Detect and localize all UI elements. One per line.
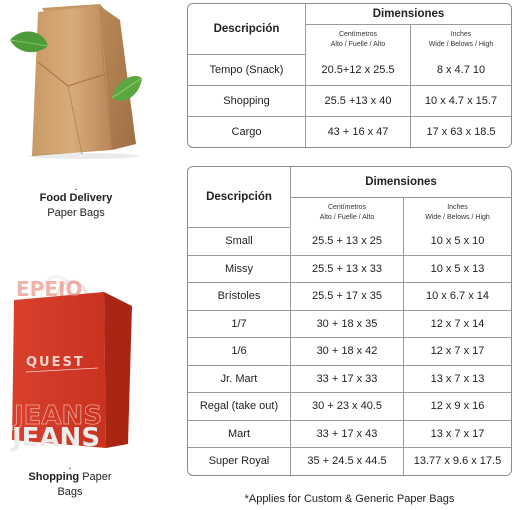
- shopping-bag-dimensions-table: Descripción Dimensiones Centímetros Alto…: [187, 166, 512, 476]
- cell-centimeters: 43 + 16 x 47: [306, 117, 411, 147]
- cell-description: 1/7: [188, 310, 291, 338]
- header-cm-sub: Alto / Fuelle / Alto: [330, 41, 386, 48]
- header-dimensiones: Dimensiones: [291, 167, 511, 198]
- cell-inches: 17 x 63 x 18.5: [426, 126, 496, 138]
- table-row: Missy 25.5 + 13 x 33 10 x 5 x 13: [188, 255, 511, 283]
- cell-description: 1/6: [188, 338, 291, 366]
- cell-centimeters: 20.5+12 x 25.5: [306, 55, 411, 86]
- footnote: *Applies for Custom & Generic Paper Bags: [244, 493, 455, 505]
- cell-description: Missy: [188, 255, 291, 283]
- header-in-sub: Wide / Belows / High: [428, 41, 494, 48]
- cell-inches: 13.77 x 9.6 x 17.5: [413, 455, 502, 468]
- caption-subtitle-2: Bags: [57, 486, 83, 498]
- table-row: Small 25.5 + 13 x 25 10 x 5 x 10: [188, 228, 511, 256]
- cell-centimeters: 25.5 +13 x 40: [306, 86, 411, 117]
- table-row: Super Royal 35 + 24.5 x 44.5 13.77 x 9.6…: [188, 448, 511, 475]
- cell-centimeters: 30 + 23 x 40.5: [291, 393, 404, 421]
- cell-description: Brístoles: [188, 283, 291, 311]
- header-inches: Inches Wide / Belows / High: [404, 198, 511, 228]
- cell-centimeters: 30 + 18 x 35: [291, 310, 404, 338]
- caption-subtitle: Paper: [79, 471, 112, 483]
- header-descripcion: Descripción: [188, 4, 306, 55]
- cell-description: Shopping: [188, 86, 306, 117]
- cell-inches: 10 x 5 x 10: [404, 228, 511, 256]
- cell-description: Small: [188, 228, 291, 256]
- cell-inches: 13 x 7 x 13: [404, 366, 511, 393]
- header-in-label: Inches: [447, 204, 468, 211]
- table-row: Cargo 43 + 16 x 47 17 x 63 x 18.5: [188, 117, 511, 147]
- header-inches: Inches Wide / Belows / High: [411, 25, 511, 55]
- caption-dot: .: [74, 181, 78, 193]
- cell-description: Tempo (Snack): [188, 55, 306, 86]
- food-delivery-caption: . Food Delivery Paper Bags: [0, 181, 166, 221]
- caption-dot: .: [68, 460, 72, 472]
- table-row: Brístoles 25.5 + 17 x 35 10 x 6.7 x 14: [188, 283, 511, 311]
- cell-inches: 10 x 4.7 x 15.7: [411, 86, 511, 117]
- header-cm-label: Centímetros: [327, 204, 367, 211]
- cell-inches: 8 x 4.7 10: [411, 55, 511, 86]
- kraft-bag-illustration: [9, 4, 143, 159]
- bag-jeans-text: JEANS: [10, 423, 100, 453]
- header-cm-sub: Alto / Fuelle / Alto: [319, 214, 375, 221]
- header-dimensiones: Dimensiones: [306, 4, 511, 25]
- header-descripcion: Descripción: [188, 167, 291, 228]
- red-shopping-bag-image: EPEIO QUEST JEANS JEANS: [8, 262, 138, 454]
- table-row: Jr. Mart 33 + 17 x 33 13 x 7 x 13: [188, 365, 511, 393]
- table-row: 1/6 30 + 18 x 42 12 x 7 x 17: [188, 338, 511, 366]
- cell-inches: 10 x 6.7 x 14: [404, 283, 511, 311]
- cell-inches: 10 x 5 x 13: [404, 256, 511, 283]
- header-cm-label: Centímetros: [338, 31, 378, 38]
- cell-inches: 13 x 7 x 17: [404, 421, 511, 448]
- shopping-bag-illustration: EPEIO QUEST JEANS JEANS: [10, 275, 132, 453]
- cell-description: Mart: [188, 420, 291, 448]
- caption-subtitle: Paper Bags: [47, 207, 105, 219]
- product-column: . Food Delivery Paper Bags EPEIO QUEST J…: [0, 0, 180, 510]
- cell-inches: 12 x 7 x 14: [404, 311, 511, 338]
- table-row: Shopping 25.5 +13 x 40 10 x 4.7 x 15.7: [188, 86, 511, 117]
- cell-centimeters: 30 + 18 x 42: [291, 338, 404, 366]
- cell-centimeters: 35 + 24.5 x 44.5: [291, 448, 404, 475]
- cell-description: Jr. Mart: [188, 365, 291, 393]
- cell-centimeters: 33 + 17 x 43: [291, 420, 404, 448]
- svg-text:EPEIO: EPEIO: [16, 277, 82, 301]
- cell-centimeters: 25.5 + 13 x 25: [291, 228, 404, 256]
- cell-centimeters: 25.5 + 13 x 33: [291, 255, 404, 283]
- cell-description: Regal (take out): [188, 393, 291, 421]
- caption-title: Food Delivery: [39, 192, 113, 204]
- header-centimetros: Centímetros Alto / Fuelle / Alto: [291, 198, 404, 228]
- kraft-paper-bag-image: [8, 2, 148, 160]
- table-row: Regal (take out) 30 + 23 x 40.5 12 x 9 x…: [188, 393, 511, 421]
- shopping-caption: . Shopping Paper Bags: [0, 460, 160, 500]
- caption-title: Shopping: [28, 471, 80, 483]
- food-delivery-dimensions-table: Descripción Dimensiones Centímetros Alto…: [187, 3, 512, 148]
- header-centimetros: Centímetros Alto / Fuelle / Alto: [306, 25, 411, 55]
- bag-logo: QUEST: [26, 355, 85, 370]
- cell-description: Super Royal: [188, 448, 291, 475]
- table-row: Mart 33 + 17 x 43 13 x 7 x 17: [188, 420, 511, 448]
- table-row: 1/7 30 + 18 x 35 12 x 7 x 14: [188, 310, 511, 338]
- table-row: Tempo (Snack) 20.5+12 x 25.5 8 x 4.7 10: [188, 55, 511, 86]
- cell-centimeters: 33 + 17 x 33: [291, 365, 404, 393]
- header-in-label: Inches: [450, 31, 472, 38]
- cell-inches: 12 x 9 x 16: [404, 393, 511, 421]
- header-in-sub: Wide / Belows / High: [425, 214, 490, 221]
- cell-centimeters: 25.5 + 17 x 35: [291, 283, 404, 311]
- cell-description: Cargo: [188, 117, 306, 147]
- cell-inches: 12 x 7 x 17: [404, 338, 511, 366]
